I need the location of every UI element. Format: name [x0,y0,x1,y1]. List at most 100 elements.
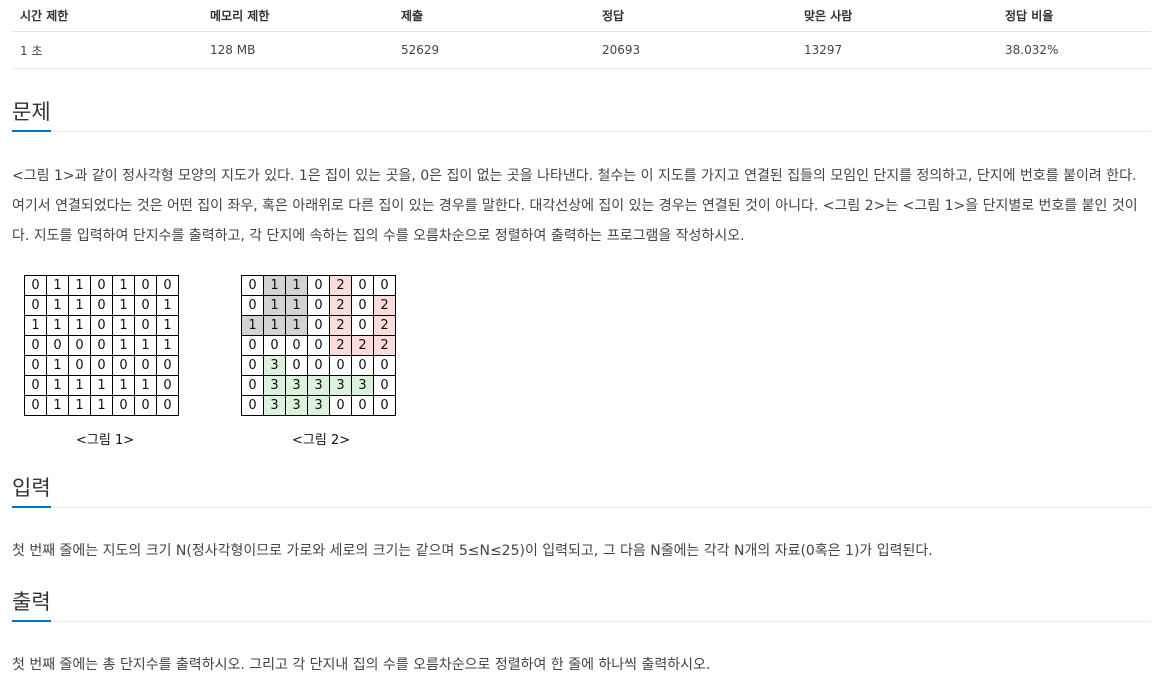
figure-2-cell: 3 [285,395,308,416]
figure-1-cell: 1 [112,375,135,396]
figure-1-cell: 0 [90,335,113,356]
figure-1-cell: 1 [46,275,69,296]
figure-1-cell: 1 [156,315,179,336]
figure-2-row: 0333330 [241,375,396,396]
figure-2-row: 1110202 [241,315,396,336]
figure-1-cell: 0 [156,355,179,376]
figure-1-cell: 0 [24,275,47,296]
figure-2-row: 0333000 [241,395,396,416]
figure-1-cell: 0 [68,355,91,376]
figure-1-cell: 0 [134,355,157,376]
figure-2-grid: 0110200011020211102020000222030000003333… [241,275,396,416]
figure-1-cell: 0 [24,395,47,416]
figure-1-cell: 1 [156,295,179,316]
figure-2-cell: 1 [263,295,286,316]
figure-2-cell: 0 [329,355,352,376]
figure-2-cell: 1 [263,275,286,296]
figure-1-cell: 1 [112,275,135,296]
figure-2-cell: 2 [373,315,396,336]
submissions-header: 제출 [393,0,594,32]
figure-1-cell: 1 [46,375,69,396]
figure-2-cell: 0 [351,295,374,316]
problem-stats-table: 시간 제한 메모리 제한 제출 정답 맞은 사람 정답 비율 1 초 128 M… [12,0,1151,69]
figure-2-cell: 3 [307,375,330,396]
stats-header-row: 시간 제한 메모리 제한 제출 정답 맞은 사람 정답 비율 [12,0,1151,32]
figure-2-cell: 0 [241,355,264,376]
figure-1-cell: 0 [24,355,47,376]
figure-2-cell: 0 [263,335,286,356]
time-limit-header: 시간 제한 [12,0,202,32]
figure-1-cell: 1 [68,315,91,336]
figure-2-cell: 3 [285,375,308,396]
figure-2-cell: 0 [351,315,374,336]
figure-2-row: 0300000 [241,355,396,376]
figure-1-cell: 0 [24,295,47,316]
figure-1-cell: 0 [134,295,157,316]
figure-1-cell: 0 [156,375,179,396]
solved-users-header: 맞은 사람 [796,0,997,32]
figure-2-row: 0000222 [241,335,396,356]
figure-2-cell: 2 [373,295,396,316]
solved-users-value: 13297 [796,31,997,69]
accept-ratio-value: 38.032% [997,31,1151,69]
figure-2-cell: 0 [241,275,264,296]
memory-limit-value: 128 MB [202,31,393,69]
figure-1-cell: 0 [90,355,113,376]
figure-2-cell: 1 [285,295,308,316]
figure-1-cell: 1 [90,375,113,396]
figure-2-cell: 0 [307,315,330,336]
figure-1-cell: 1 [112,335,135,356]
figure-2-cell: 1 [285,275,308,296]
output-description: 첫 번째 줄에는 총 단지수를 출력하시오. 그리고 각 단지내 집의 수를 오… [12,657,711,673]
accepted-header: 정답 [594,0,796,32]
figure-1-cell: 1 [112,295,135,316]
figure-2-cell: 2 [373,335,396,356]
figure-1-cell: 0 [46,335,69,356]
figure-1-cell: 0 [156,395,179,416]
figure-1-cell: 1 [112,315,135,336]
input-section-title: 입력 [12,473,1151,508]
figure-2-row: 0110200 [241,275,396,296]
figure-1-row: 0111110 [24,375,179,396]
problem-section-title: 문제 [12,97,1151,132]
figure-2-cell: 2 [329,275,352,296]
figure-1-cell: 0 [24,335,47,356]
figure-1-cell: 0 [24,375,47,396]
figure-1-cell: 1 [46,355,69,376]
problem-title-text: 문제 [12,97,51,132]
figure-1-cell: 1 [68,295,91,316]
figure-1-cell: 1 [90,395,113,416]
figure-1-cell: 1 [46,295,69,316]
figure-1-row: 0000111 [24,335,179,356]
problem-description: <그림 1>과 같이 정사각형 모양의 지도가 있다. 1은 집이 있는 곳을,… [12,168,1138,244]
figure-2-cell: 3 [263,395,286,416]
figure-2-cell: 0 [241,295,264,316]
figure-2-cell: 3 [329,375,352,396]
figure-1-cell: 1 [156,335,179,356]
figure-2-cell: 0 [285,355,308,376]
submissions-value: 52629 [393,31,594,69]
figure-1-row: 0110100 [24,275,179,296]
input-title-text: 입력 [12,473,51,508]
figure-2-cell: 1 [241,315,264,336]
figure-1-cell: 0 [112,395,135,416]
figure-1-cell: 1 [134,375,157,396]
figure-1-cell: 0 [134,275,157,296]
figure-2-row: 0110202 [241,295,396,316]
figure-2-cell: 0 [241,395,264,416]
figure-2-cell: 1 [285,315,308,336]
figure-2-cell: 0 [329,395,352,416]
figure-2-cell: 0 [351,275,374,296]
figure-2-cell: 0 [351,395,374,416]
figure-1-row: 0111000 [24,395,179,416]
figure-2-cell: 0 [307,275,330,296]
figure-1-cell: 1 [134,335,157,356]
figure-2-cell: 1 [263,315,286,336]
figure-2-cell: 0 [351,355,374,376]
figure-1-row: 0110101 [24,295,179,316]
figure-2-cell: 3 [307,395,330,416]
figure-1-cell: 1 [68,375,91,396]
figure-1-row: 1110101 [24,315,179,336]
stats-value-row: 1 초 128 MB 52629 20693 13297 38.032% [12,31,1151,69]
figure-1-cell: 0 [134,315,157,336]
